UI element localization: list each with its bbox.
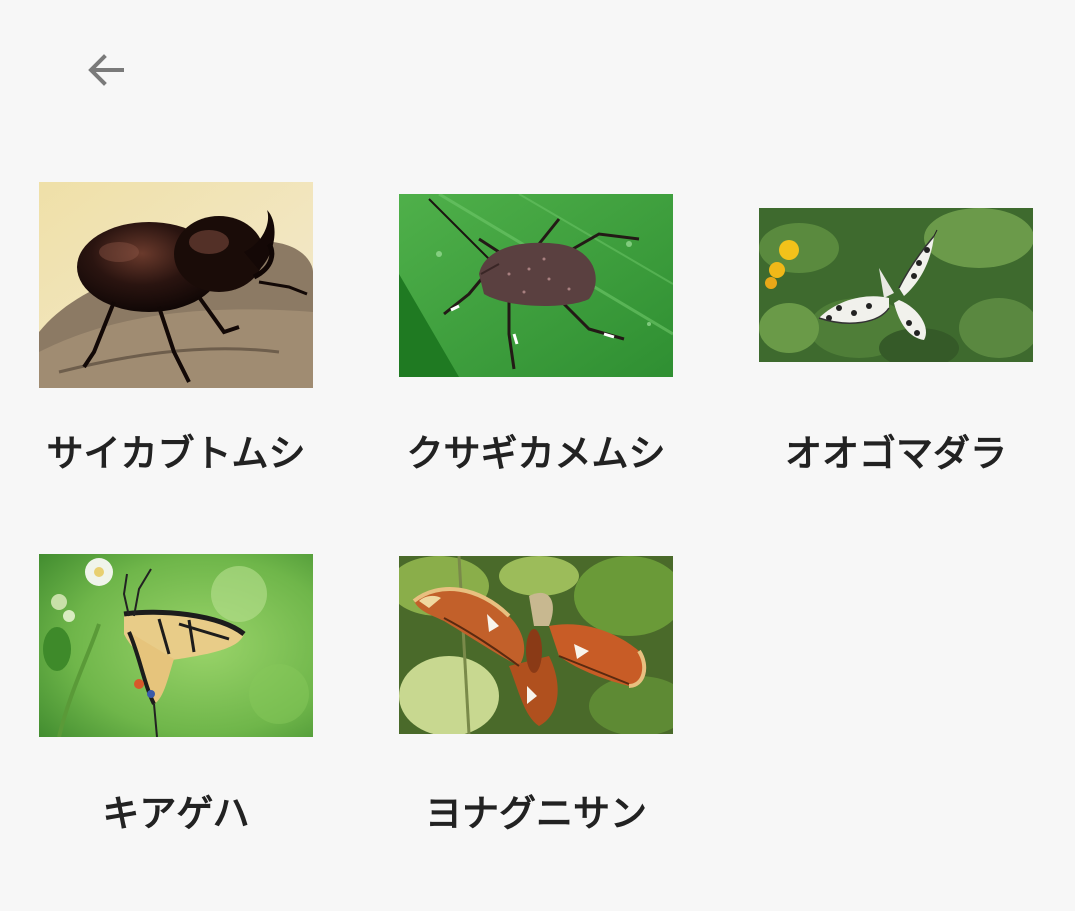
insect-card[interactable]: ヨナグニサン [399,556,673,844]
atlas-moth-photo [399,556,673,734]
stink-bug-photo [399,194,673,377]
rhinoceros-beetle-photo [39,182,313,388]
insect-name: ヨナグニサン [425,792,647,835]
paper-kite-butterfly-photo [759,208,1033,362]
insect-card[interactable]: オオゴマダラ [759,208,1033,482]
insect-card[interactable]: クサギカメムシ [399,194,673,482]
insect-name: クサギカメムシ [406,432,666,475]
insect-name: オオゴマダラ [785,432,1007,475]
insect-card[interactable]: キアゲハ [39,554,313,844]
insect-name: キアゲハ [102,792,250,835]
insect-grid: サイカブトムシ クサギカメムシ オオゴマダラ キアゲハ ヨナグニサン [0,0,1075,911]
swallowtail-butterfly-photo [39,554,313,737]
insect-card[interactable]: サイカブトムシ [39,182,313,482]
insect-name: サイカブトムシ [46,432,306,475]
insect-list-screen: サイカブトムシ クサギカメムシ オオゴマダラ キアゲハ ヨナグニサン [0,0,1075,911]
